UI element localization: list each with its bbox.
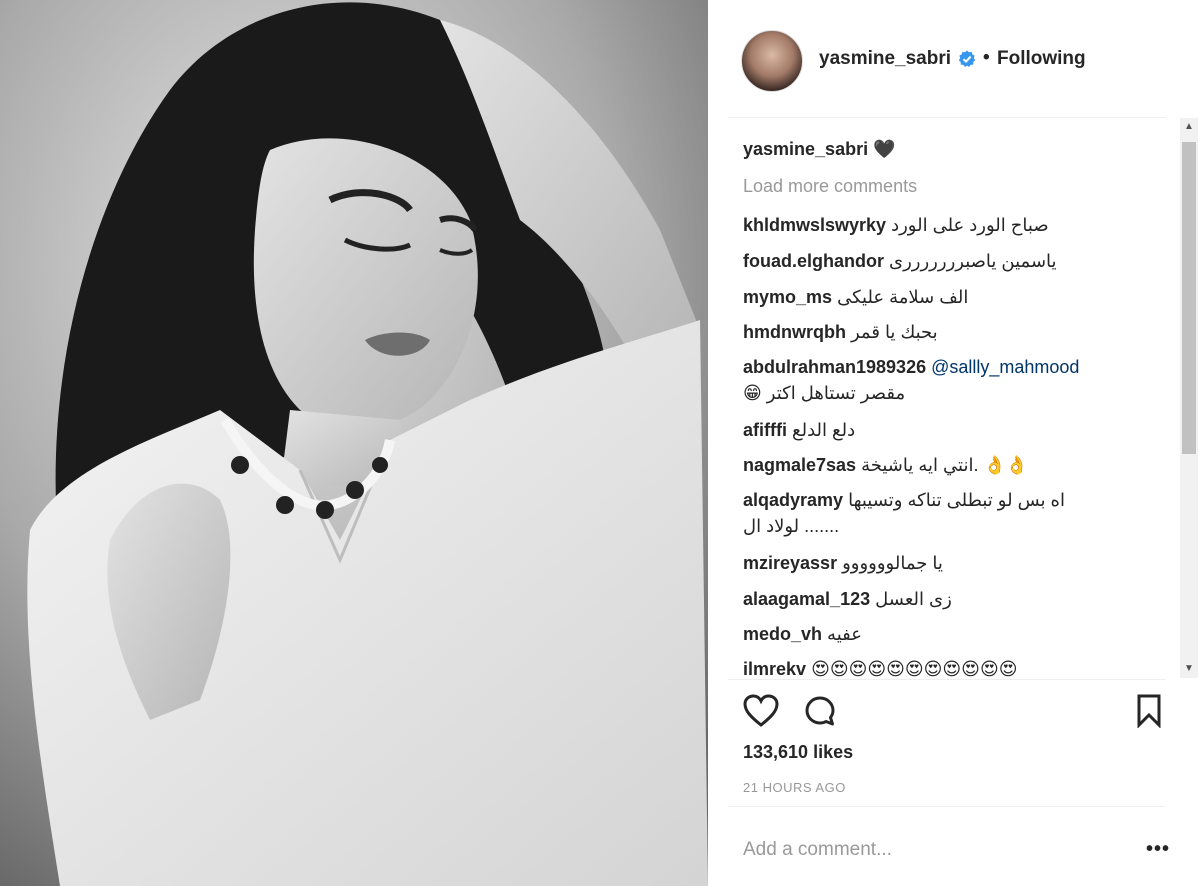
comment-icon[interactable] <box>804 695 836 727</box>
comment-username[interactable]: alqadyramy <box>743 490 843 510</box>
comment-text: بحبك يا قمر <box>851 322 938 342</box>
comment-text: زى العسل <box>875 589 952 609</box>
comment-text: ياسمين ياصبرررررررى <box>889 251 1057 271</box>
action-bar <box>708 690 1200 734</box>
comment-text: الف سلامة عليكى <box>837 287 969 307</box>
comment-text: اه بس لو تبطلى تناكه وتسيبها <box>848 490 1065 510</box>
bookmark-icon[interactable] <box>1136 694 1162 728</box>
caption-username[interactable]: yasmine_sabri <box>743 139 868 159</box>
post-side-panel: yasmine_sabri • Following yasmine_sabri … <box>708 0 1200 886</box>
comment-username[interactable]: abdulrahman1989326 <box>743 357 926 377</box>
comment-item: alaagamal_123 زى العسل <box>743 588 952 610</box>
post-header: yasmine_sabri • Following <box>708 0 1200 117</box>
comments-scrollbar[interactable]: ▲ ▼ <box>1180 118 1198 678</box>
comment-username[interactable]: hmdnwrqbh <box>743 322 846 342</box>
comment-text: انتي ايه ياشيخة. 👌👌 <box>861 455 1029 475</box>
comment-text: صباح الورد على الورد <box>891 215 1049 235</box>
likes-count[interactable]: 133,610 likes <box>743 742 853 763</box>
comment-text: دلع الدلع <box>792 420 856 440</box>
verified-badge-icon <box>958 50 976 67</box>
comment-item: alqadyramy اه بس لو تبطلى تناكه وتسيبها <box>743 489 1065 511</box>
scroll-up-arrow-icon[interactable]: ▲ <box>1180 118 1198 136</box>
comment-continuation: لولاد ال ....... <box>743 515 839 537</box>
comment-username[interactable]: nagmale7sas <box>743 455 856 475</box>
comment-username[interactable]: alaagamal_123 <box>743 589 870 609</box>
heart-icon[interactable] <box>743 694 779 728</box>
comment-username[interactable]: ilmrekv <box>743 659 806 678</box>
comment-item: afifffi دلع الدلع <box>743 419 855 441</box>
avatar[interactable] <box>741 30 803 92</box>
comment-text: يا جمالوووووو <box>842 553 943 573</box>
comment-text: عفيه <box>827 624 862 644</box>
comment-item: fouad.elghandor ياسمين ياصبرررررررى <box>743 250 1057 272</box>
post-timestamp[interactable]: 21 HOURS AGO <box>743 780 846 795</box>
comment-mention-link[interactable]: @sallly_mahmood <box>931 357 1079 377</box>
comment-username[interactable]: fouad.elghandor <box>743 251 884 271</box>
scrollbar-thumb[interactable] <box>1182 142 1196 454</box>
comment-text: 😁 مقصر تستاهل اكتر <box>743 383 906 403</box>
comment-item: medo_vh عفيه <box>743 623 862 645</box>
following-button[interactable]: Following <box>997 48 1086 70</box>
more-options-icon[interactable]: ••• <box>1146 838 1170 861</box>
caption-text: 🖤 <box>873 139 896 159</box>
comment-text: لولاد ال ....... <box>743 516 840 536</box>
divider <box>728 679 1166 680</box>
comment-username[interactable]: medo_vh <box>743 624 822 644</box>
portrait-image <box>0 0 708 886</box>
comment-username[interactable]: mymo_ms <box>743 287 832 307</box>
author-username[interactable]: yasmine_sabri <box>819 48 951 70</box>
load-more-comments-button[interactable]: Load more comments <box>743 176 917 197</box>
comment-item: nagmale7sas انتي ايه ياشيخة. 👌👌 <box>743 454 1028 476</box>
comment-username[interactable]: khldmwslswyrky <box>743 215 886 235</box>
divider <box>728 806 1166 807</box>
add-comment-input[interactable]: Add a comment... <box>743 839 892 861</box>
scroll-down-arrow-icon[interactable]: ▼ <box>1180 660 1198 678</box>
comment-continuation: 😁 مقصر تستاهل اكتر <box>743 382 905 404</box>
comment-text: 😍😍😍😍😍😍😍😍😍😍😍 <box>811 659 1018 678</box>
comment-item: mymo_ms الف سلامة عليكى <box>743 286 968 308</box>
comment-username[interactable]: afifffi <box>743 420 787 440</box>
comments-list[interactable]: yasmine_sabri 🖤 Load more comments khldm… <box>708 118 1178 678</box>
comment-item: abdulrahman1989326 @sallly_mahmood <box>743 356 1079 378</box>
caption: yasmine_sabri 🖤 <box>743 138 896 160</box>
separator-dot: • <box>983 47 990 68</box>
comment-item: ilmrekv 😍😍😍😍😍😍😍😍😍😍😍 <box>743 658 1017 678</box>
comment-item: hmdnwrqbh بحبك يا قمر <box>743 321 938 343</box>
instagram-post-modal: yasmine_sabri • Following yasmine_sabri … <box>0 0 1200 886</box>
post-photo[interactable] <box>0 0 708 886</box>
comment-item: mzireyassr يا جمالوووووو <box>743 552 943 574</box>
comment-username[interactable]: mzireyassr <box>743 553 837 573</box>
comment-item: khldmwslswyrky صباح الورد على الورد <box>743 214 1049 236</box>
